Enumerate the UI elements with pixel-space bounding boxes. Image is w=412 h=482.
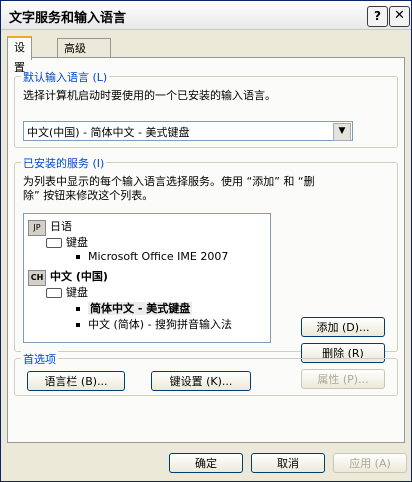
add-button[interactable]: 添加 (D)...	[301, 317, 385, 337]
tree-item-label: 中文 (中国)	[50, 270, 108, 283]
default-language-value: 中文(中国) - 简体中文 - 美式键盘	[27, 126, 190, 139]
title-bar[interactable]: 文字服务和输入语言 ? ✕	[1, 1, 411, 30]
ok-button[interactable]: 确定	[169, 453, 243, 473]
tab-settings[interactable]: 设置	[7, 36, 32, 74]
apply-button[interactable]: 应用 (A)	[333, 453, 407, 473]
help-icon[interactable]: ?	[367, 6, 388, 27]
default-language-select[interactable]: 中文(中国) - 简体中文 - 美式键盘 ▼	[23, 121, 353, 141]
tree-item-sogou[interactable]: 中文 (简体) - 搜狗拼音输入法	[74, 316, 232, 332]
bullet-icon	[76, 307, 80, 311]
window-title: 文字服务和输入语言	[9, 11, 127, 26]
key-settings-button[interactable]: 键设置 (K)...	[151, 371, 251, 391]
tree-item-us-keyboard[interactable]: 简体中文 - 美式键盘	[74, 300, 193, 316]
language-badge-icon: JP	[28, 220, 46, 236]
tree-item-label: 键盘	[66, 286, 88, 299]
language-bar-button[interactable]: 语言栏 (B)...	[27, 371, 125, 391]
preferences-group: 首选项 语言栏 (B)... 键设置 (K)...	[14, 351, 398, 396]
services-tree[interactable]: JP 日语 键盘 Microsoft Office IME 2007 CH 中文 (…	[23, 213, 271, 343]
installed-services-group: 已安装的服务 (I) 为列表中显示的每个输入语言选择服务。使用 “添加” 和 “…	[14, 155, 398, 389]
tree-item-keyboard-ch[interactable]: 键盘	[46, 284, 88, 300]
tree-item-label: 简体中文 - 美式键盘	[88, 302, 193, 315]
chevron-down-icon[interactable]: ▼	[333, 123, 351, 141]
bullet-icon	[76, 323, 80, 327]
bullet-icon	[76, 255, 80, 259]
close-icon[interactable]: ✕	[389, 6, 410, 27]
dialog-window: 文字服务和输入语言 ? ✕ 设置 高级 默认输入语言 (L) 选择计算机启动时要…	[0, 0, 412, 482]
cancel-button[interactable]: 取消	[251, 453, 325, 473]
tree-item-label: 中文 (简体) - 搜狗拼音输入法	[88, 318, 233, 331]
keyboard-icon	[46, 238, 62, 248]
language-badge-icon: CH	[28, 270, 46, 286]
default-language-legend: 默认输入语言 (L)	[21, 69, 110, 85]
tree-item-label: Microsoft Office IME 2007	[88, 250, 229, 263]
default-language-group: 默认输入语言 (L) 选择计算机启动时要使用的一个已安装的输入语言。 中文(中国…	[14, 69, 398, 148]
tab-panel: 默认输入语言 (L) 选择计算机启动时要使用的一个已安装的输入语言。 中文(中国…	[7, 57, 405, 443]
keyboard-icon	[46, 288, 62, 298]
services-description-line2: 除” 按钮来修改这个列表。	[23, 189, 154, 202]
installed-services-legend: 已安装的服务 (I)	[21, 155, 107, 171]
tree-item-label: 日语	[50, 220, 72, 233]
default-language-description: 选择计算机启动时要使用的一个已安装的输入语言。	[23, 89, 276, 102]
tab-advanced[interactable]: 高级	[57, 38, 111, 59]
tree-item-ime-2007[interactable]: Microsoft Office IME 2007	[74, 250, 228, 263]
tree-item-keyboard-jp[interactable]: 键盘	[46, 234, 88, 250]
preferences-legend: 首选项	[21, 351, 58, 367]
tree-item-label: 键盘	[66, 236, 88, 249]
